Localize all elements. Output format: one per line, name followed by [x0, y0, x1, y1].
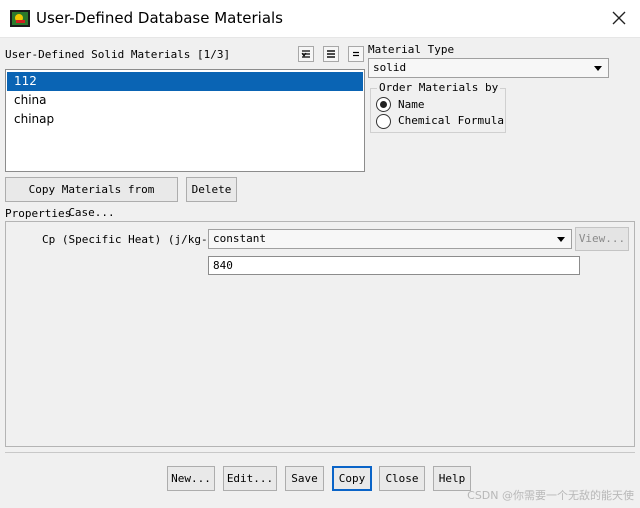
properties-label: Properties — [5, 207, 72, 220]
copy-button[interactable]: Copy — [332, 466, 372, 491]
fluent-app-icon — [10, 10, 30, 27]
material-type-dropdown[interactable]: solid — [368, 58, 609, 78]
close-button[interactable]: Close — [379, 466, 425, 491]
order-by-name-radio[interactable] — [376, 97, 391, 112]
window-title: User-Defined Database Materials — [36, 9, 283, 27]
order-by-formula-radio[interactable] — [376, 114, 391, 129]
order-materials-label: Order Materials by — [377, 81, 501, 94]
order-by-formula-label: Chemical Formula — [398, 114, 504, 127]
close-icon[interactable] — [610, 9, 628, 27]
separator — [5, 452, 635, 453]
delete-button[interactable]: Delete — [186, 177, 237, 202]
cp-value-input[interactable]: 840 — [208, 256, 580, 275]
save-button[interactable]: Save — [285, 466, 324, 491]
list-view-button[interactable] — [323, 46, 339, 62]
help-button[interactable]: Help — [433, 466, 471, 491]
select-all-button[interactable] — [298, 46, 314, 62]
edit-button[interactable]: Edit... — [223, 466, 277, 491]
deselect-icon — [353, 51, 359, 57]
copy-from-case-button[interactable]: Copy Materials from Case... — [5, 177, 178, 219]
list-item[interactable]: 112 — [7, 72, 363, 91]
deselect-all-button[interactable] — [348, 46, 364, 62]
list-item[interactable]: chinap — [7, 110, 363, 129]
properties-panel — [5, 221, 635, 447]
chevron-down-icon — [594, 66, 602, 71]
materials-list[interactable]: 112 china chinap — [5, 69, 365, 172]
new-button[interactable]: New... — [167, 466, 215, 491]
view-button[interactable]: View... — [575, 227, 629, 251]
materials-list-header: User-Defined Solid Materials [1/3] — [5, 48, 231, 61]
chevron-down-icon — [557, 237, 565, 242]
select-all-icon — [301, 50, 310, 58]
list-item[interactable]: china — [7, 91, 363, 110]
list-icon — [327, 50, 335, 58]
material-type-value: solid — [373, 61, 407, 74]
cp-label: Cp (Specific Heat) (j/kg-k) — [42, 233, 221, 246]
order-by-name-label: Name — [398, 98, 425, 111]
cp-method-value: constant — [213, 232, 266, 245]
watermark: CSDN @你需要一个无敌的能天使 — [467, 489, 634, 502]
cp-method-dropdown[interactable]: constant — [208, 229, 572, 249]
title-bar: User-Defined Database Materials — [0, 0, 640, 38]
material-type-label: Material Type — [368, 43, 455, 56]
